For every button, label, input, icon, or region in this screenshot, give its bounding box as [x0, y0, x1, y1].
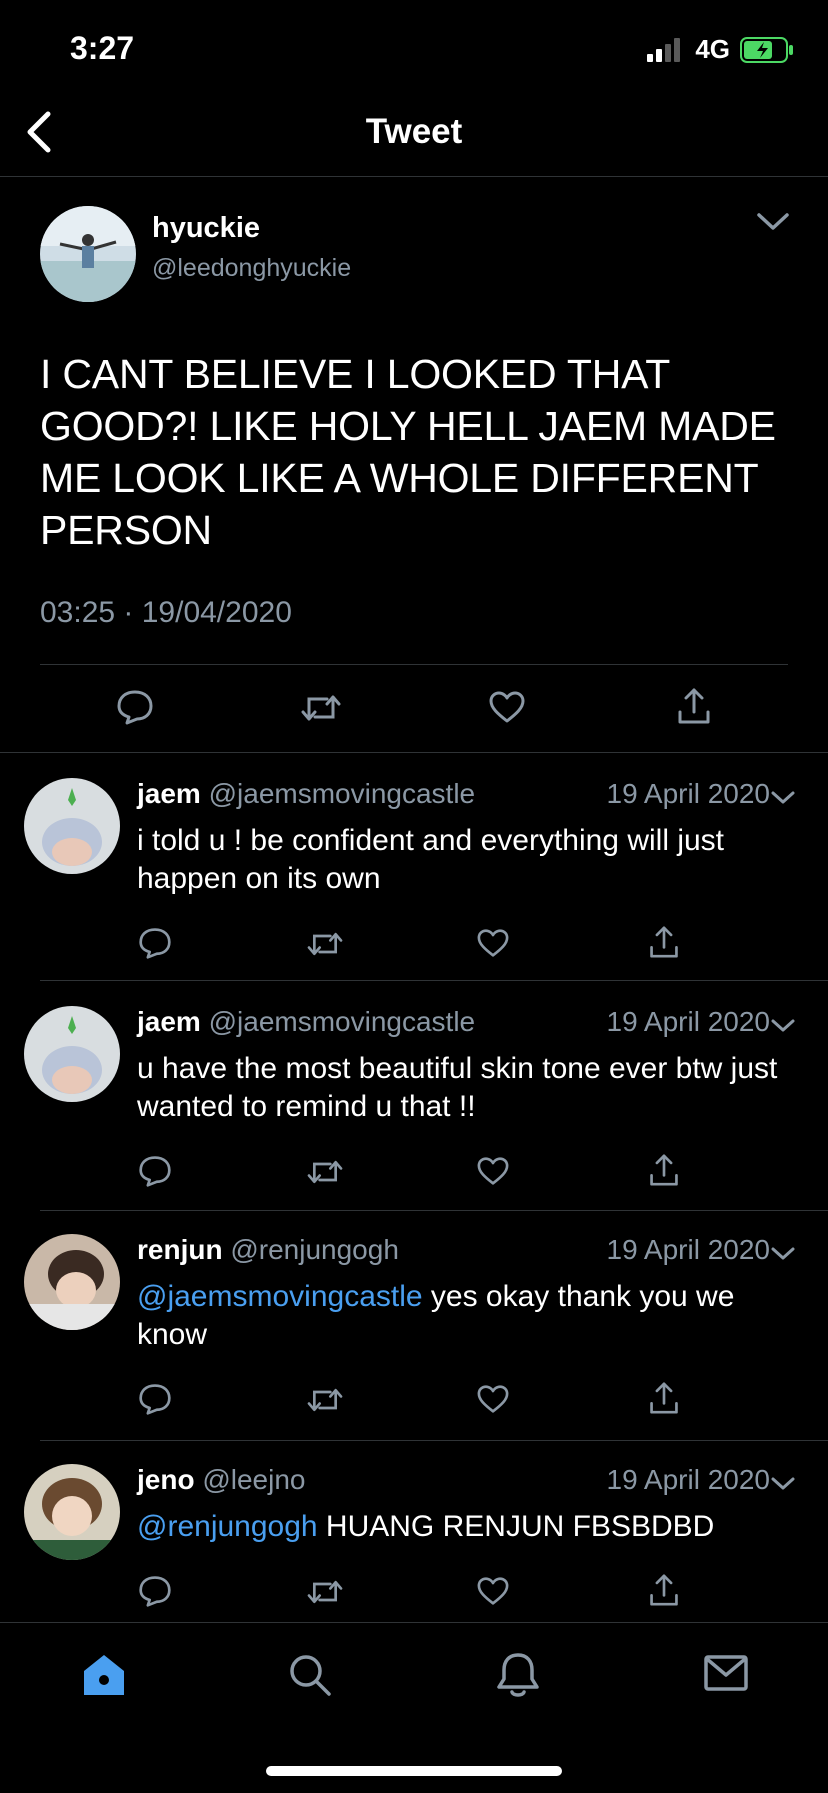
reply-icon[interactable]	[138, 1382, 172, 1416]
bell-icon[interactable]	[496, 1651, 540, 1699]
author-handle[interactable]: @leedonghyuckie	[152, 254, 351, 283]
reply-mention[interactable]: @jaemsmovingcastle	[137, 1280, 423, 1313]
chevron-down-icon[interactable]	[770, 1246, 796, 1262]
reply-author-name[interactable]: jeno	[137, 1464, 195, 1495]
reply-date: 19 April 2020	[606, 1006, 770, 1037]
search-icon[interactable]	[288, 1653, 332, 1697]
reply-date: 19 April 2020	[606, 1234, 770, 1265]
reply-date: 19 April 2020	[606, 778, 770, 809]
retweet-icon[interactable]	[300, 690, 342, 726]
tweet-actions	[0, 686, 828, 730]
divider	[0, 752, 828, 753]
share-icon[interactable]	[648, 1152, 680, 1188]
reply-author-name[interactable]: renjun	[137, 1234, 223, 1265]
home-icon[interactable]	[82, 1653, 126, 1697]
reply-text: u have the most beautiful skin tone ever…	[137, 1050, 797, 1126]
reply-icon[interactable]	[138, 1154, 172, 1188]
status-indicators: 4G	[647, 34, 794, 65]
status-time: 3:27	[70, 30, 135, 66]
signal-icon	[647, 37, 681, 62]
network-label: 4G	[695, 34, 730, 64]
divider	[40, 1440, 828, 1441]
author-name[interactable]: hyuckie	[152, 212, 260, 245]
reply-text: @renjungogh HUANG RENJUN FBSBDBD	[137, 1508, 797, 1546]
like-icon[interactable]	[476, 1576, 510, 1606]
reply-text-content: HUANG RENJUN FBSBDBD	[317, 1510, 715, 1543]
reply-mention[interactable]: @renjungogh	[137, 1510, 318, 1543]
like-icon[interactable]	[488, 690, 526, 724]
mail-icon[interactable]	[704, 1655, 748, 1693]
chevron-down-icon[interactable]	[770, 790, 796, 806]
reply-icon[interactable]	[138, 926, 172, 960]
reply-icon[interactable]	[116, 688, 154, 726]
chevron-down-icon[interactable]	[770, 1018, 796, 1034]
retweet-icon[interactable]	[306, 1576, 344, 1608]
share-icon[interactable]	[676, 686, 712, 726]
navigation-header: Tweet	[0, 100, 828, 177]
share-icon[interactable]	[648, 1380, 680, 1416]
like-icon[interactable]	[476, 1384, 510, 1414]
page-title: Tweet	[365, 112, 463, 151]
retweet-icon[interactable]	[306, 928, 344, 960]
reply-text-content: i told u ! be confident and everything w…	[137, 824, 725, 895]
reply-author-handle[interactable]: @leejno	[202, 1464, 305, 1495]
reply-text-content: u have the most beautiful skin tone ever…	[137, 1052, 778, 1123]
chevron-down-icon[interactable]	[756, 212, 790, 232]
tweet-timestamp: 03:25 · 19/04/2020	[40, 596, 292, 629]
reply-author-handle[interactable]: @jaemsmovingcastle	[209, 1006, 476, 1037]
reply-icon[interactable]	[138, 1574, 172, 1608]
chevron-down-icon[interactable]	[770, 1476, 796, 1492]
reply-author-handle[interactable]: @jaemsmovingcastle	[209, 778, 476, 809]
reply-tweet[interactable]: jaem @jaemsmovingcastle 19 April 2020 u …	[0, 1006, 828, 1206]
like-icon[interactable]	[476, 1156, 510, 1186]
divider	[40, 1210, 828, 1211]
retweet-icon[interactable]	[306, 1384, 344, 1416]
home-indicator[interactable]	[266, 1766, 562, 1776]
reply-tweet[interactable]: jaem @jaemsmovingcastle 19 April 2020 i …	[0, 778, 828, 978]
reply-author-handle[interactable]: @renjungogh	[230, 1234, 399, 1265]
reply-text: i told u ! be confident and everything w…	[137, 822, 797, 898]
divider	[40, 664, 788, 665]
author-avatar[interactable]	[40, 206, 136, 302]
reply-author-name[interactable]: jaem	[137, 778, 201, 809]
like-icon[interactable]	[476, 928, 510, 958]
reply-text: @jaemsmovingcastle yes okay thank you we…	[137, 1278, 797, 1354]
share-icon[interactable]	[648, 1572, 680, 1608]
reply-tweet[interactable]: renjun @renjungogh 19 April 2020 @jaemsm…	[0, 1234, 828, 1434]
reply-author-name[interactable]: jaem	[137, 1006, 201, 1037]
reply-date: 19 April 2020	[606, 1464, 770, 1495]
battery-icon	[740, 36, 793, 63]
divider	[40, 980, 828, 981]
tweet-text: I CANT BELIEVE I LOOKED THAT GOOD?! LIKE…	[40, 351, 776, 553]
retweet-icon[interactable]	[306, 1156, 344, 1188]
share-icon[interactable]	[648, 924, 680, 960]
reply-tweet[interactable]: jeno @leejno 19 April 2020 @renjungogh H…	[0, 1464, 828, 1624]
